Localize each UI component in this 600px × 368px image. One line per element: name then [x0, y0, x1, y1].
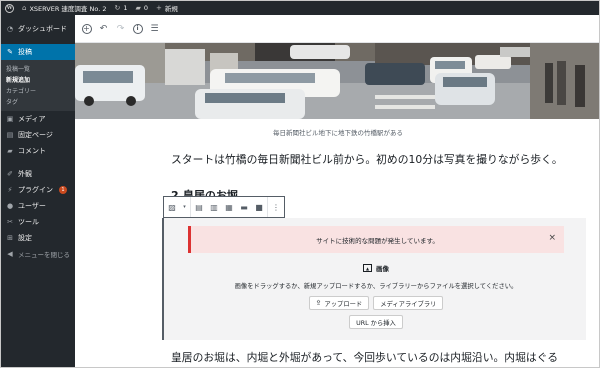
screen: W ⌂ XSERVER 速度調査 No. 2 ↻ 1 ▰ 0 + 新規 ◔ ダッ… [0, 0, 600, 368]
brush-icon: ✐ [7, 170, 13, 178]
info-icon: i [132, 23, 143, 34]
menu-dashboard-label: ダッシュボード [18, 25, 67, 33]
wordpress-logo-icon: W [5, 3, 14, 13]
comments-icon: ▰ [7, 147, 13, 155]
plugins-update-badge: 1 [59, 186, 67, 194]
upload-button-label: アップロード [324, 300, 363, 308]
placeholder-label-text: 画像 [376, 265, 389, 273]
editor-header-toolbar: + ↶ ↷ i ☰ [75, 15, 599, 43]
undo-button[interactable]: ↶ [98, 23, 109, 34]
upload-button[interactable]: ⇪ アップロード [308, 296, 370, 310]
menu-settings[interactable]: ⊞ 設定 [1, 230, 75, 246]
pages-icon: ▤ [6, 131, 14, 139]
align-right-icon[interactable]: ▦ [224, 203, 234, 212]
redo-button[interactable]: ↷ [115, 23, 126, 34]
url-button-row: URL から挿入 [164, 315, 588, 329]
plus-icon: + [156, 4, 162, 12]
submenu-add-new[interactable]: 新規追加 [1, 74, 75, 85]
add-block-icon: + [81, 23, 92, 34]
placeholder-instructions: 画像をドラッグするか、新規アップロードするか、ライブラリーからファイルを選択して… [234, 283, 518, 290]
pin-icon: ✎ [7, 48, 13, 56]
placeholder-buttons: ⇪ アップロード メディアライブラリ [164, 296, 588, 310]
menu-plugins[interactable]: ⚡ プラグイン 1 [1, 182, 75, 198]
comments-link[interactable]: ▰ 0 [136, 4, 149, 12]
align-full-icon[interactable]: ■ [254, 203, 264, 212]
menu-media-label: メディア [18, 115, 46, 123]
more-options-icon[interactable]: ⋮ [271, 203, 281, 212]
align-wide-icon[interactable]: ▬ [239, 203, 249, 212]
new-label: 新規 [164, 5, 178, 13]
alignment-group: ▤ ▥ ▦ ▬ ■ [191, 197, 268, 217]
updates-icon: ↻ [114, 4, 121, 12]
dashboard-icon: ◔ [6, 25, 14, 33]
admin-bar: W ⌂ XSERVER 速度調査 No. 2 ↻ 1 ▰ 0 + 新規 [1, 1, 599, 15]
user-icon: ● [6, 202, 14, 210]
media-library-button[interactable]: メディアライブラリ [373, 296, 444, 310]
menu-media[interactable]: ▣ メディア [1, 111, 75, 127]
submenu-categories[interactable]: カテゴリー [1, 85, 75, 96]
block-switcher-chevron-icon[interactable]: ▾ [182, 204, 187, 210]
menu-dashboard[interactable]: ◔ ダッシュボード [1, 21, 75, 37]
block-toolbar: ▨ ▾ ▤ ▥ ▦ ▬ ■ ⋮ [163, 196, 285, 218]
more-options-group: ⋮ [268, 197, 284, 217]
notice-close-icon[interactable]: × [548, 233, 556, 243]
insert-from-url-button[interactable]: URL から挿入 [349, 315, 403, 329]
settings-icon: ⊞ [7, 234, 13, 242]
image-block-placeholder[interactable]: サイトに技術的な問題が発生しています。 × ▲ 画像 画像をドラッグするか、新規… [162, 218, 586, 340]
placeholder-label: ▲ 画像 [164, 263, 588, 273]
menu-users[interactable]: ● ユーザー [1, 198, 75, 214]
menu-pages-label: 固定ページ [18, 131, 53, 139]
align-center-icon[interactable]: ▥ [209, 203, 219, 212]
collapse-arrow-icon: ◀ [7, 250, 13, 258]
site-name-link[interactable]: ⌂ XSERVER 速度調査 No. 2 [22, 3, 107, 13]
content-info-button[interactable]: i [132, 23, 143, 34]
updates-count: 1 [123, 4, 128, 12]
image-caption[interactable]: 毎日新聞社ビル地下に地下鉄の竹橋駅がある [75, 127, 599, 137]
wrench-icon: ✂ [7, 218, 13, 226]
comment-icon: ▰ [135, 4, 141, 12]
updates-link[interactable]: ↻ 1 [115, 4, 128, 12]
menu-settings-label: 設定 [18, 234, 32, 242]
block-type-image-icon[interactable]: ▨ [167, 203, 177, 212]
media-icon: ▣ [6, 115, 14, 123]
collapse-menu-label: メニューを閉じる [18, 251, 70, 259]
list-view-icon: ☰ [150, 23, 159, 34]
editor-content: 毎日新聞社ビル地下に地下鉄の竹橋駅がある スタートは竹橋の毎日新聞社ビル前から。… [75, 43, 599, 367]
menu-posts-label: 投稿 [18, 48, 32, 56]
posts-submenu: 投稿一覧 新規追加 カテゴリー タグ [1, 60, 75, 111]
undo-icon: ↶ [99, 23, 108, 34]
menu-users-label: ユーザー [18, 202, 46, 210]
menu-appearance-label: 外観 [18, 170, 32, 178]
paragraph-block-2[interactable]: 皇居のお堀は、内堀と外堀があって、今回歩いているのは内堀沿い。内堀はぐる [171, 349, 558, 365]
block-navigation-button[interactable]: ☰ [149, 23, 160, 34]
image-icon: ▲ [363, 264, 372, 272]
menu-tools-label: ツール [18, 218, 39, 226]
submenu-tags[interactable]: タグ [1, 96, 75, 107]
menu-pages[interactable]: ▤ 固定ページ [1, 127, 75, 143]
upload-icon: ⇪ [315, 299, 322, 307]
comments-count: 0 [143, 4, 149, 12]
wordpress-logo-menu[interactable]: W [5, 3, 14, 13]
menu-comments-label: コメント [18, 147, 46, 155]
paragraph-block[interactable]: スタートは竹橋の毎日新聞社ビル前から。初めの10分は写真を撮りながら歩く。 [171, 151, 563, 167]
menu-tools[interactable]: ✂ ツール [1, 214, 75, 230]
street-photo-image[interactable] [75, 43, 599, 119]
menu-plugins-label: プラグイン [18, 186, 53, 194]
redo-icon: ↷ [116, 23, 125, 34]
error-notice-text: サイトに技術的な問題が発生しています。 [316, 236, 439, 245]
align-left-icon[interactable]: ▤ [194, 203, 204, 212]
add-block-button[interactable]: + [81, 23, 92, 34]
menu-comments[interactable]: ▰ コメント [1, 143, 75, 159]
new-content-link[interactable]: + 新規 [156, 3, 178, 13]
home-icon: ⌂ [22, 4, 27, 12]
admin-sidebar: ◔ ダッシュボード ✎ 投稿 投稿一覧 新規追加 カテゴリー タグ ▣ メディア… [1, 15, 75, 367]
block-switcher-group: ▨ ▾ [164, 197, 191, 217]
menu-appearance[interactable]: ✐ 外観 [1, 166, 75, 182]
error-notice: サイトに技術的な問題が発生しています。 × [188, 226, 564, 253]
site-title: XSERVER 速度調査 No. 2 [29, 5, 107, 13]
plugin-icon: ⚡ [7, 186, 13, 194]
submenu-all-posts[interactable]: 投稿一覧 [1, 63, 75, 74]
collapse-menu-button[interactable]: ◀ メニューを閉じる [1, 246, 75, 262]
menu-posts[interactable]: ✎ 投稿 [1, 44, 75, 60]
